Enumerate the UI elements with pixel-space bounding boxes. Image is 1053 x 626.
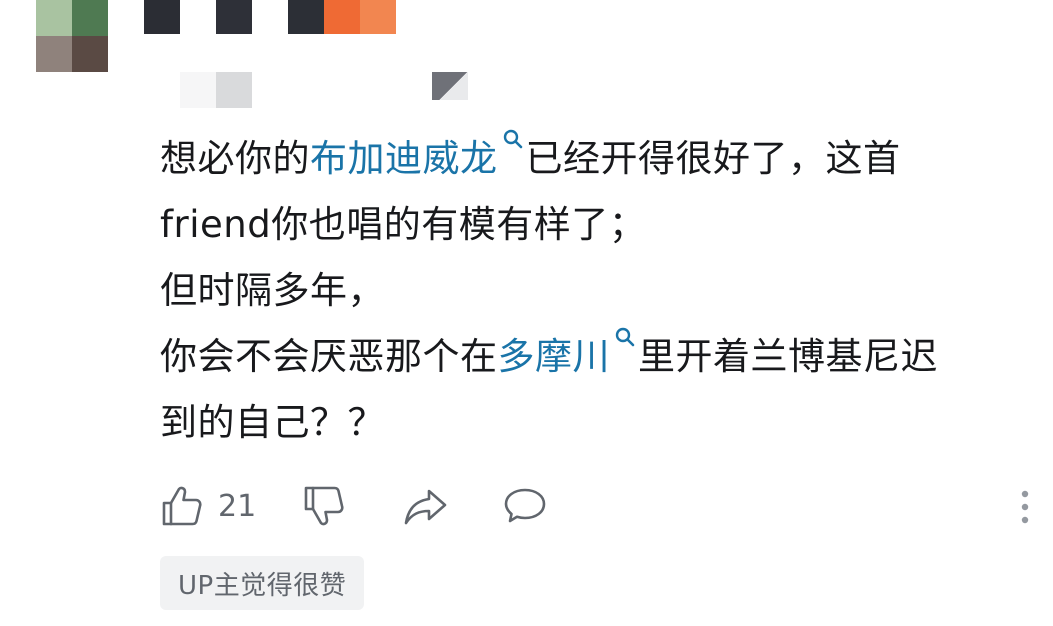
meta-pixel	[180, 72, 216, 108]
more-button[interactable]	[1014, 488, 1036, 528]
avatar-pixel	[36, 36, 72, 72]
keyword-link-label: 布加迪威龙	[310, 137, 498, 180]
avatar-pixel	[36, 0, 72, 36]
comment-text: 想必你的布加迪威龙 已经开得很好了，这首 friend你也唱的有模有样了； 但时隔…	[160, 126, 1030, 456]
comment-text-segment: 想必你的	[160, 137, 310, 180]
like-count: 21	[218, 488, 257, 524]
comment-item: 想必你的布加迪威龙 已经开得很好了，这首 friend你也唱的有模有样了； 但时隔…	[0, 0, 1053, 626]
reply-button[interactable]	[502, 482, 548, 530]
comment-line: friend你也唱的有模有样了；	[160, 203, 647, 246]
thumbs-down-icon	[304, 486, 344, 526]
avatar-pixel	[72, 36, 108, 72]
avatar-pixel	[72, 0, 108, 36]
comment-text-segment: 你会不会厌恶那个在	[160, 335, 498, 378]
level-badge-pixel	[324, 0, 360, 34]
comment-text-segment: 已经开得很好了，这首	[525, 137, 901, 180]
comment-line: 你会不会厌恶那个在多摩川 里开着兰博基尼迟	[160, 324, 1030, 390]
username-pixel	[216, 0, 252, 34]
action-bar: 21	[160, 482, 1040, 530]
username-pixel	[288, 0, 324, 34]
up-liked-badge: UP主觉得很赞	[160, 556, 365, 610]
comment-bubble-icon	[504, 488, 546, 523]
comment-line: 想必你的布加迪威龙 已经开得很好了，这首	[160, 126, 1030, 192]
meta-pixel	[432, 72, 468, 100]
like-button[interactable]: 21	[160, 482, 256, 530]
level-badge-pixel	[360, 0, 396, 34]
keyword-link[interactable]: 布加迪威龙	[310, 129, 526, 180]
keyword-link[interactable]: 多摩川	[497, 327, 639, 378]
avatar[interactable]	[36, 0, 108, 72]
username-pixel	[144, 0, 180, 34]
thumbs-up-icon	[162, 486, 202, 526]
more-vertical-icon	[1021, 490, 1029, 524]
search-icon	[615, 327, 635, 347]
comment-line: 但时隔多年，	[160, 269, 385, 312]
meta-pixel	[216, 72, 252, 108]
comment-text-segment: 里开着兰博基尼迟	[638, 335, 938, 378]
comment-line: 到的自己？？	[160, 401, 385, 444]
keyword-link-label: 多摩川	[497, 335, 610, 378]
dislike-button[interactable]	[302, 482, 346, 530]
search-icon	[503, 129, 522, 149]
share-icon	[404, 489, 447, 525]
share-button[interactable]	[402, 482, 448, 530]
